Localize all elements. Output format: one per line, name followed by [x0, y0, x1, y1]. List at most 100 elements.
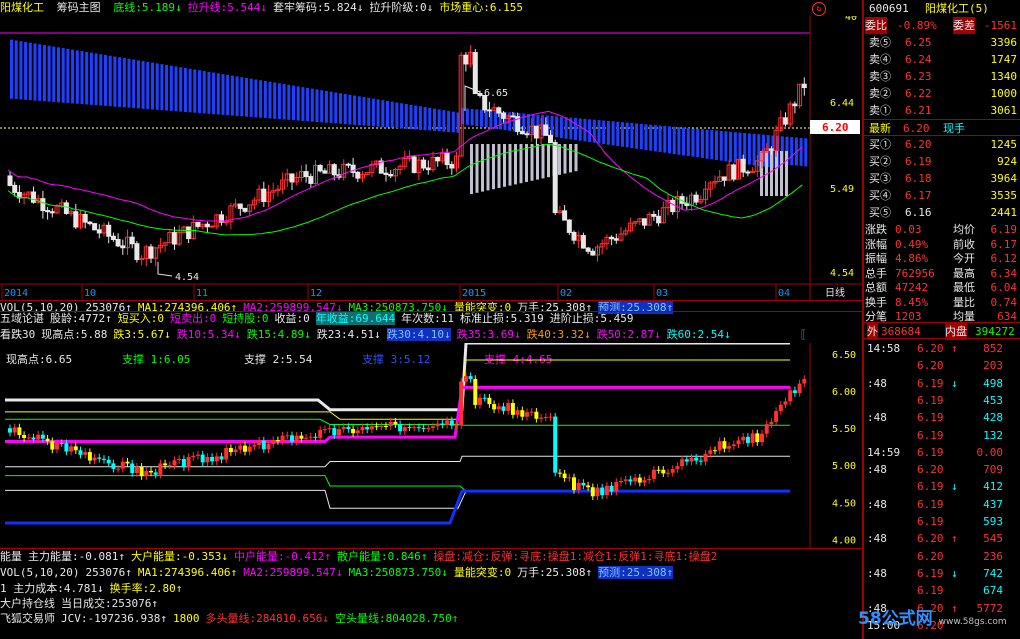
kandie-item-8: 跌40:3.32↓: [526, 328, 591, 341]
sub-candle-body: [55, 443, 59, 450]
tick-row-8[interactable]: 6.19 ↓ 412: [863, 478, 1020, 495]
sub-candle-body: [590, 487, 595, 497]
sub-candle-body: [233, 449, 238, 453]
sub-candle-body: [92, 457, 97, 461]
sub-candle-body: [106, 459, 111, 464]
buy-level-1[interactable]: 买① 6.20 1245: [863, 136, 1020, 153]
sub-candle-body: [698, 460, 703, 462]
kandie-item-5: 跌23:4.51↓: [316, 328, 381, 341]
candle-body: [383, 172, 389, 175]
sell-level-2[interactable]: 卖② 6.22 1000: [863, 85, 1020, 102]
candle-body: [585, 247, 591, 252]
tick-row-14[interactable]: 6.19 674: [863, 582, 1020, 599]
sub-candle-body: [40, 434, 45, 439]
buy-level-5[interactable]: 买⑤ 6.16 2441: [863, 204, 1020, 221]
candle-body: [45, 210, 51, 213]
chip-bar: [245, 77, 248, 117]
sub-candle-body: [228, 447, 233, 453]
date-label-2: 11: [196, 288, 208, 299]
main-candlestick-chart[interactable]: 6.65 4.54 6.44 5.49 4.54 40 6.20 2014 10 11 12 2015…: [0, 16, 862, 300]
candle-body: [322, 170, 328, 174]
chip-bar-grey: [541, 144, 545, 179]
chip-bar: [230, 75, 234, 116]
chip-bar: [348, 94, 352, 125]
formula-name[interactable]: 筹码主图: [57, 1, 101, 14]
kandie-item-10: 跌60:2.54↓: [666, 328, 731, 341]
tick-row-4[interactable]: :48 6.19 428: [863, 409, 1020, 426]
kandie-item-2: 跌3:5.67↓: [113, 328, 171, 341]
sub-candle-body: [760, 433, 764, 443]
sub-candle-body: [393, 421, 398, 425]
chip-bar-grey: [492, 144, 495, 190]
support-green2: [5, 475, 790, 492]
tick-row-11[interactable]: :48 6.20 ↑ 545: [863, 530, 1020, 547]
chip-bar: [747, 133, 751, 165]
stock-code[interactable]: 600691: [869, 0, 909, 17]
tick-row-3[interactable]: 6.19 453: [863, 392, 1020, 409]
sell-level-1[interactable]: 卖① 6.21 3061: [863, 102, 1020, 119]
chip-bar: [428, 107, 432, 131]
chip-bar: [362, 97, 366, 126]
chip-bar: [395, 102, 399, 129]
buy-level-3[interactable]: 买③ 6.18 3964: [863, 170, 1020, 187]
sell-level-3[interactable]: 卖③ 6.23 1340: [863, 68, 1020, 85]
sub-candle-body: [431, 426, 435, 428]
chip-bar: [198, 70, 201, 114]
candle-body: [721, 176, 727, 181]
chip-bar: [240, 77, 244, 117]
candle-body: [12, 184, 18, 193]
chip-bar: [188, 68, 192, 113]
sub-candle-body: [731, 444, 736, 447]
chip-bar: [705, 129, 709, 159]
tick-row-6[interactable]: 14:59 6.19 0.00: [863, 444, 1020, 461]
chip-bar: [465, 108, 469, 125]
sub-candle-body: [529, 411, 534, 413]
support-chart[interactable]: 现高点:6.65 支撑 1:6.05 支撑 2:5.54 支撑 3:5.12 支撑 4:…: [0, 343, 862, 548]
sub-candle-body: [661, 469, 666, 474]
chip-bar: [719, 130, 723, 161]
tick-row-2[interactable]: :48 6.19 ↓ 498: [863, 375, 1020, 392]
candle-body: [92, 223, 98, 231]
candle-body: [768, 148, 774, 151]
quote-panel: 600691 阳煤化工(5) 委比 -0.89% 委差 -1561 卖⑤ 6.25…: [862, 0, 1020, 639]
support-white3: [5, 489, 790, 509]
sub-candle-body: [539, 417, 544, 419]
sub-candle-body: [783, 401, 788, 405]
sub-candle-body: [750, 433, 755, 443]
chip-bar-grey: [497, 144, 501, 188]
sub-candle-body: [186, 457, 191, 468]
tick-row-13[interactable]: :48 6.19 ↓ 742: [863, 565, 1020, 582]
tick-row-7[interactable]: :48 6.20 709: [863, 461, 1020, 478]
tick-row-9[interactable]: :48 6.19 437: [863, 496, 1020, 513]
buy-level-4[interactable]: 买④ 6.17 3535: [863, 187, 1020, 204]
candle-body: [261, 188, 267, 202]
tick-row-1[interactable]: 6.20 203: [863, 357, 1020, 374]
chip-bar: [353, 95, 357, 125]
kandie-item-7: 跌35:3.69↓: [456, 328, 521, 341]
quote-stock-name[interactable]: 阳煤化工(5): [925, 0, 989, 17]
chip-bar: [357, 96, 361, 126]
sell-level-4[interactable]: 卖④ 6.24 1747: [863, 51, 1020, 68]
kandie-item-6: 跌30:4.10↓: [386, 328, 451, 341]
sub-candle-body: [506, 403, 511, 411]
tick-row-5[interactable]: 6.19 132: [863, 427, 1020, 444]
sub-candle-body: [567, 477, 572, 479]
candle-body: [472, 52, 478, 95]
chip-bar: [480, 109, 483, 127]
sub-candle-body: [440, 423, 445, 425]
sell-level-5[interactable]: 卖⑤ 6.25 3396: [863, 34, 1020, 51]
candle-body: [223, 221, 229, 224]
candle-body: [87, 221, 93, 225]
candle-body: [519, 130, 525, 135]
buy-level-2[interactable]: 买② 6.19 924: [863, 153, 1020, 170]
chip-bar: [588, 119, 592, 143]
refresh-icon[interactable]: ↻: [812, 2, 826, 16]
tick-row-12[interactable]: 6.20 236: [863, 548, 1020, 565]
tick-row-10[interactable]: 6.19 593: [863, 513, 1020, 530]
tick-row-0[interactable]: 14:58 6.20 ↑ 852: [863, 340, 1020, 357]
candle-body: [651, 214, 657, 217]
sub-candle-body: [689, 457, 694, 462]
stock-name[interactable]: 阳煤化工: [0, 1, 44, 14]
candle-body: [204, 223, 210, 228]
price-label-1: 5.49: [830, 184, 854, 195]
